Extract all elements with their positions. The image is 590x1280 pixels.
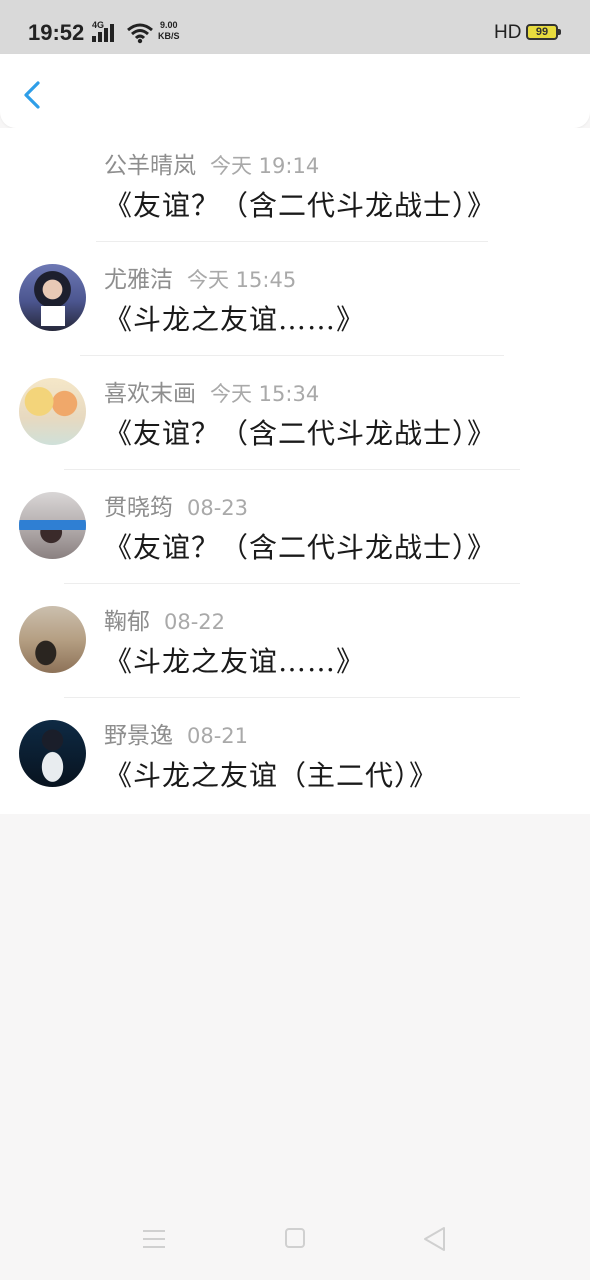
chevron-left-icon[interactable]: [20, 80, 46, 110]
wifi-icon: [127, 23, 153, 44]
list-item[interactable]: 喜欢末画 今天 15:34 《友谊？（含二代斗龙战士）》: [0, 356, 590, 470]
sender-name: 野景逸: [104, 723, 173, 749]
timestamp: 今天 15:45: [187, 268, 297, 292]
timestamp: 08-23: [187, 496, 249, 520]
sender-name: 鞠郁: [104, 609, 150, 635]
sender-name: 喜欢末画: [104, 381, 196, 407]
battery-icon: 99: [526, 24, 558, 40]
network-speed: 9.00 KB/S: [158, 20, 180, 41]
system-nav-bar: [0, 1196, 590, 1280]
network-type: 4G: [92, 20, 105, 30]
sender-name: 尤雅洁: [104, 267, 173, 293]
message-title: 《斗龙之友谊（主二代）》: [104, 759, 439, 792]
sender-meta: 野景逸 08-21: [104, 716, 248, 750]
avatar[interactable]: [19, 606, 86, 673]
sender-meta: 尤雅洁 今天 15:45: [104, 260, 296, 294]
timestamp: 08-22: [164, 610, 226, 634]
avatar[interactable]: [19, 378, 86, 445]
menu-icon[interactable]: [142, 1228, 166, 1250]
battery-level: 99: [535, 26, 549, 38]
status-time: 19:52: [28, 20, 85, 45]
sender-meta: 喜欢末画 今天 15:34: [104, 374, 319, 408]
sender-meta: 公羊晴岚 今天 19:14: [104, 146, 319, 180]
top-app-bar: [0, 54, 590, 128]
timestamp: 今天 19:14: [210, 154, 320, 178]
list-item[interactable]: 公羊晴岚 今天 19:14 《友谊？（含二代斗龙战士）》: [0, 128, 590, 242]
message-list: 公羊晴岚 今天 19:14 《友谊？（含二代斗龙战士）》 尤雅洁 今天 15:45 …: [0, 128, 590, 814]
home-icon[interactable]: [285, 1228, 305, 1248]
sender-name: 贯晓筠: [104, 495, 173, 521]
avatar[interactable]: [19, 720, 86, 787]
message-title: 《友谊？（含二代斗龙战士）》: [104, 189, 497, 222]
avatar[interactable]: [19, 492, 86, 559]
message-title: 《友谊？（含二代斗龙战士）》: [104, 531, 497, 564]
timestamp: 今天 15:34: [210, 382, 320, 406]
sender-name: 公羊晴岚: [104, 153, 196, 179]
back-triangle-icon[interactable]: [422, 1226, 448, 1252]
sender-meta: 鞠郁 08-22: [104, 602, 225, 636]
sender-meta: 贯晓筠 08-23: [104, 488, 248, 522]
list-item[interactable]: 尤雅洁 今天 15:45 《斗龙之友谊……》: [0, 242, 590, 356]
hd-indicator: HD: [494, 22, 522, 43]
message-title: 《斗龙之友谊……》: [104, 645, 366, 678]
list-item[interactable]: 鞠郁 08-22 《斗龙之友谊……》: [0, 584, 590, 698]
signal-icon: 4G: [92, 20, 120, 44]
list-item[interactable]: 贯晓筠 08-23 《友谊？（含二代斗龙战士）》: [0, 470, 590, 584]
timestamp: 08-21: [187, 724, 249, 748]
list-item[interactable]: 野景逸 08-21 《斗龙之友谊（主二代）》: [0, 698, 590, 812]
message-title: 《斗龙之友谊……》: [104, 303, 366, 336]
message-title: 《友谊？（含二代斗龙战士）》: [104, 417, 497, 450]
avatar[interactable]: [19, 264, 86, 331]
